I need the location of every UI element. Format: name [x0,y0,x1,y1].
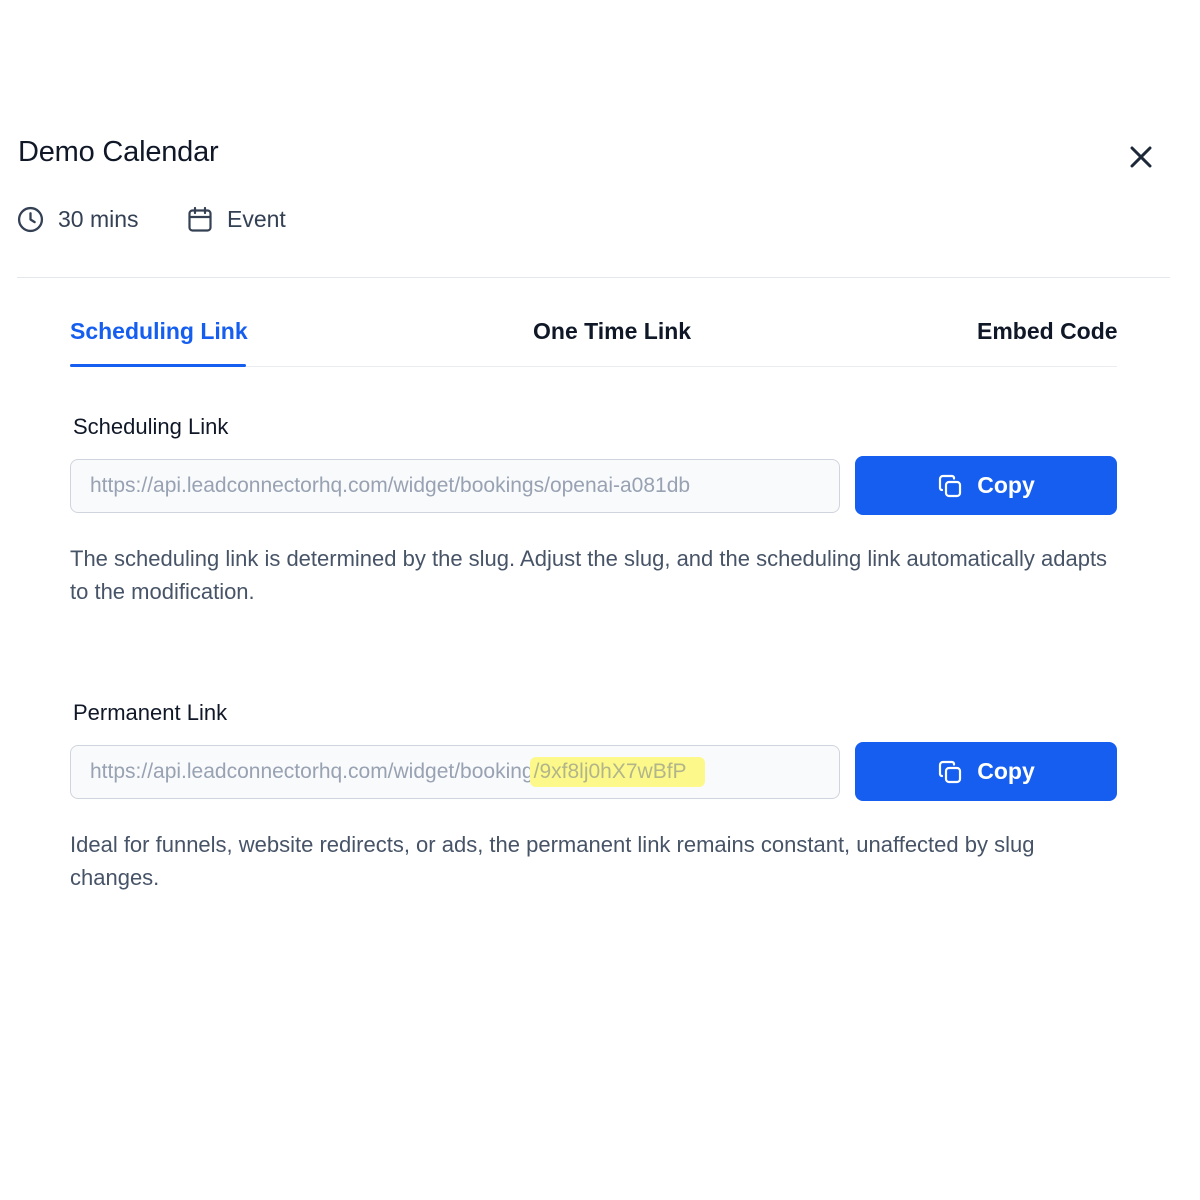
close-button[interactable] [1126,142,1156,172]
copy-scheduling-link-button[interactable]: Copy [855,456,1117,515]
tab-embed-code[interactable]: Embed Code [977,318,1118,345]
copy-icon [939,474,962,497]
event-type-meta: Event [187,203,286,235]
duration-label: 30 mins [58,205,139,232]
copy-button-label: Copy [977,472,1035,498]
duration-meta: 30 mins [17,203,139,235]
copy-icon [939,760,962,783]
tab-scheduling-link[interactable]: Scheduling Link [70,318,248,345]
close-icon [1130,146,1152,168]
calendar-icon [188,206,212,232]
permanent-link-prefix: https://api.leadconnectorhq.com/widget/b… [90,760,534,783]
header-divider [17,277,1170,278]
permanent-link-field[interactable]: https://api.leadconnectorhq.com/widget/b… [70,745,840,799]
modal-title: Demo Calendar [18,136,219,168]
permanent-link-help: Ideal for funnels, website redirects, or… [70,832,1035,890]
permanent-link-label: Permanent Link [73,700,228,725]
scheduling-link-field[interactable]: https://api.leadconnectorhq.com/widget/b… [70,459,840,513]
active-tab-indicator [70,364,246,367]
copy-button-label: Copy [977,758,1035,784]
scheduling-link-value: https://api.leadconnectorhq.com/widget/b… [90,474,691,497]
event-type-label: Event [227,205,286,232]
scheduling-link-help: The scheduling link is determined by the… [70,546,1108,604]
scheduling-link-label: Scheduling Link [73,414,229,439]
permanent-link-id-highlight: /9xf8lj0hX7wBfP [529,757,705,787]
clock-icon [17,206,44,232]
tab-one-time-link[interactable]: One Time Link [533,318,691,345]
copy-permanent-link-button[interactable]: Copy [855,742,1117,801]
